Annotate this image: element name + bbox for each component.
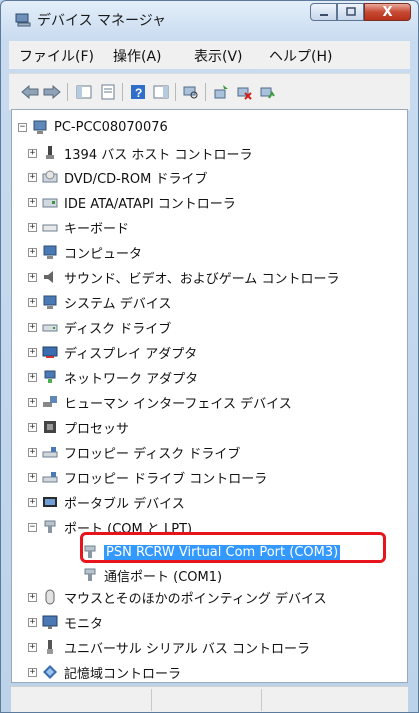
toolbar: ? — [9, 73, 410, 110]
monitor-icon — [42, 615, 58, 629]
maximize-button[interactable] — [337, 3, 364, 21]
tree-node-computer[interactable]: コンピュータ — [42, 242, 142, 262]
tree-node-processor[interactable]: プロセッサ — [42, 417, 129, 437]
minimize-icon — [319, 14, 328, 16]
tree-node-system[interactable]: システム デバイス — [42, 292, 171, 312]
ide-controller-icon — [42, 198, 58, 208]
tree-node-hid[interactable]: ヒューマン インターフェイス デバイス — [42, 392, 292, 412]
expand-toggle[interactable]: + — [28, 423, 37, 432]
forward-arrow-icon[interactable] — [43, 83, 61, 101]
window-title: デバイス マネージャ — [37, 13, 167, 29]
floppy-drive-icon — [42, 447, 58, 458]
tree-node-keyboard[interactable]: キーボード — [42, 217, 129, 237]
expand-toggle[interactable]: + — [28, 273, 37, 282]
dvd-drive-icon — [42, 170, 58, 183]
properties-icon[interactable] — [99, 83, 117, 101]
tree-node-floppy-disk[interactable]: フロッピー ディスク ドライブ — [42, 442, 240, 462]
computer-icon — [33, 120, 47, 134]
menu-bar: ファイル(F) 操作(A) 表示(V) ヘルプ(H) — [9, 41, 410, 69]
keyboard-icon — [42, 224, 58, 232]
mouse-icon — [45, 589, 55, 605]
tree-root[interactable]: PC-PCC08070076 — [32, 117, 168, 137]
expand-toggle[interactable]: + — [28, 298, 37, 307]
uninstall-device-icon[interactable] — [258, 83, 276, 101]
expand-toggle[interactable]: + — [28, 373, 37, 382]
port-icon — [84, 568, 96, 581]
expand-toggle[interactable]: + — [28, 398, 37, 407]
processor-icon — [44, 421, 56, 433]
expand-toggle[interactable]: + — [28, 149, 37, 158]
expand-toggle[interactable]: + — [28, 498, 37, 507]
expand-toggle[interactable]: + — [28, 198, 37, 207]
tree-node-dvd[interactable]: DVD/CD-ROM ドライブ — [42, 167, 207, 187]
device-manager-window: デバイス マネージャ X ファイル(F) 操作(A) 表示(V) ヘルプ(H) — [0, 0, 419, 713]
root-label: PC-PCC08070076 — [54, 119, 168, 135]
floppy-controller-icon — [42, 472, 58, 483]
svg-text:?: ? — [135, 86, 142, 100]
menu-file[interactable]: ファイル(F) — [19, 46, 94, 66]
maximize-icon — [345, 7, 356, 16]
tree-node-com1[interactable]: 通信ポート (COM1) — [82, 565, 222, 585]
1394-controller-icon — [46, 146, 54, 159]
expand-toggle[interactable]: + — [28, 448, 37, 457]
storage-controller-icon — [43, 665, 57, 679]
expand-toggle[interactable]: + — [28, 173, 37, 182]
expand-toggle[interactable]: + — [28, 668, 37, 677]
tree-node-1394[interactable]: 1394 バス ホスト コントローラ — [42, 143, 252, 163]
expand-toggle[interactable]: + — [28, 348, 37, 357]
tree-node-storage[interactable]: 記憶域コントローラ — [42, 662, 181, 682]
system-device-icon — [43, 295, 57, 309]
tree-node-monitor[interactable]: モニタ — [42, 612, 103, 632]
title-bar[interactable]: デバイス マネージャ X — [1, 1, 418, 35]
expand-toggle[interactable]: + — [28, 323, 37, 332]
scan-hardware-icon[interactable] — [182, 83, 200, 101]
tree-node-display[interactable]: ディスプレイ アダプタ — [42, 342, 197, 362]
close-icon: X — [382, 4, 393, 20]
tree-node-sound[interactable]: サウンド、ビデオ、およびゲーム コントローラ — [42, 267, 339, 287]
expand-toggle[interactable]: + — [28, 248, 37, 257]
menu-view[interactable]: 表示(V) — [194, 46, 243, 66]
expand-toggle[interactable]: + — [28, 643, 37, 652]
tree-node-ide[interactable]: IDE ATA/ATAPI コントローラ — [42, 192, 236, 212]
disable-device-icon[interactable] — [235, 83, 253, 101]
hid-icon — [43, 396, 57, 407]
port-icon — [44, 520, 56, 533]
computer-icon — [43, 245, 57, 259]
usb-icon — [47, 640, 53, 654]
display-adapter-icon — [42, 346, 58, 358]
show-hide-console-tree-icon[interactable] — [75, 83, 93, 101]
tree-node-disk[interactable]: ディスク ドライブ — [42, 317, 171, 337]
tree-node-mouse[interactable]: マウスとそのほかのポインティング デバイス — [42, 587, 327, 607]
status-bar — [11, 686, 408, 712]
back-arrow-icon[interactable] — [21, 83, 39, 101]
expand-toggle[interactable]: + — [28, 618, 37, 627]
update-driver-icon[interactable] — [212, 83, 230, 101]
expand-toggle[interactable]: + — [28, 593, 37, 602]
disk-drive-icon — [42, 324, 58, 332]
tree-node-portable[interactable]: ポータブル デバイス — [42, 492, 185, 512]
device-manager-icon — [15, 13, 31, 27]
tree-node-network[interactable]: ネットワーク アダプタ — [42, 367, 198, 387]
device-tree[interactable]: − PC-PCC08070076 + 1394 バス ホスト コントローラ + … — [11, 109, 408, 683]
highlight-box — [80, 532, 386, 563]
action-pane-icon[interactable] — [152, 83, 170, 101]
network-adapter-icon — [44, 370, 56, 383]
minimize-button[interactable] — [310, 3, 337, 21]
caption-buttons: X — [310, 3, 411, 21]
menu-help[interactable]: ヘルプ(H) — [269, 46, 332, 66]
collapse-toggle[interactable]: − — [28, 523, 37, 532]
collapse-toggle[interactable]: − — [18, 123, 27, 132]
tree-node-floppy-controller[interactable]: フロッピー ドライブ コントローラ — [42, 467, 267, 487]
expand-toggle[interactable]: + — [28, 223, 37, 232]
help-icon[interactable]: ? — [129, 83, 147, 101]
menu-action[interactable]: 操作(A) — [113, 46, 162, 66]
expand-toggle[interactable]: + — [28, 473, 37, 482]
tree-node-usb[interactable]: ユニバーサル シリアル バス コントローラ — [42, 637, 310, 657]
speaker-icon — [44, 271, 53, 283]
close-button[interactable]: X — [364, 3, 411, 21]
portable-device-icon — [43, 497, 57, 507]
